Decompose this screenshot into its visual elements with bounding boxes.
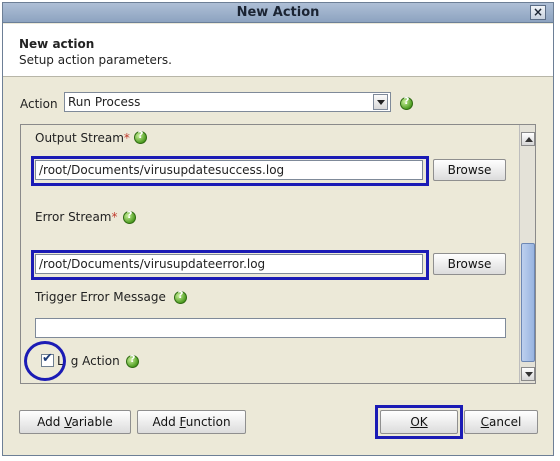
required-marker: * — [123, 131, 130, 145]
check-icon: ✔ — [42, 351, 53, 366]
action-select[interactable]: Run Process — [64, 92, 391, 112]
help-icon[interactable] — [400, 96, 413, 110]
parameters-panel: Output Stream* /root/Documents/virusupda… — [20, 124, 536, 384]
trigger-error-message-label: Trigger Error Message — [35, 290, 166, 304]
ok-button[interactable]: OK — [380, 410, 458, 434]
trigger-error-message-input[interactable] — [35, 318, 506, 338]
vertical-scrollbar[interactable] — [519, 125, 535, 383]
header-subtitle: Setup action parameters. — [19, 53, 172, 67]
output-stream-input[interactable]: /root/Documents/virusupdatesuccess.log — [35, 160, 423, 180]
close-icon[interactable]: × — [530, 5, 546, 20]
chevron-down-icon[interactable] — [373, 94, 388, 110]
log-action-checkbox[interactable]: ✔ — [41, 351, 54, 367]
help-icon[interactable] — [174, 290, 187, 304]
add-function-button[interactable]: Add Function — [137, 410, 246, 434]
action-label: Action — [20, 97, 58, 111]
cancel-button[interactable]: Cancel — [464, 410, 538, 434]
log-action-label: Lg Action — [57, 354, 120, 368]
error-stream-input[interactable]: /root/Documents/virusupdateerror.log — [35, 254, 423, 274]
scroll-down-icon[interactable] — [521, 367, 535, 381]
title-bar[interactable]: New Action × — [3, 3, 553, 23]
output-stream-browse-button[interactable]: Browse — [433, 159, 506, 181]
help-icon[interactable] — [134, 130, 147, 144]
error-stream-label: Error Stream* — [35, 210, 118, 224]
new-action-dialog: New Action × New action Setup action par… — [2, 2, 554, 456]
required-marker: * — [111, 210, 118, 224]
dialog-title: New Action — [236, 5, 320, 20]
output-stream-label: Output Stream* — [35, 131, 130, 145]
action-select-value: Run Process — [68, 95, 141, 109]
help-icon[interactable] — [123, 210, 136, 224]
error-stream-browse-button[interactable]: Browse — [433, 253, 506, 275]
scroll-up-icon[interactable] — [521, 132, 535, 146]
help-icon[interactable] — [126, 354, 139, 368]
header-title: New action — [19, 37, 95, 51]
dialog-header: New action Setup action parameters. — [3, 24, 553, 77]
add-variable-button[interactable]: Add Variable — [19, 410, 131, 434]
scroll-thumb[interactable] — [521, 243, 535, 362]
